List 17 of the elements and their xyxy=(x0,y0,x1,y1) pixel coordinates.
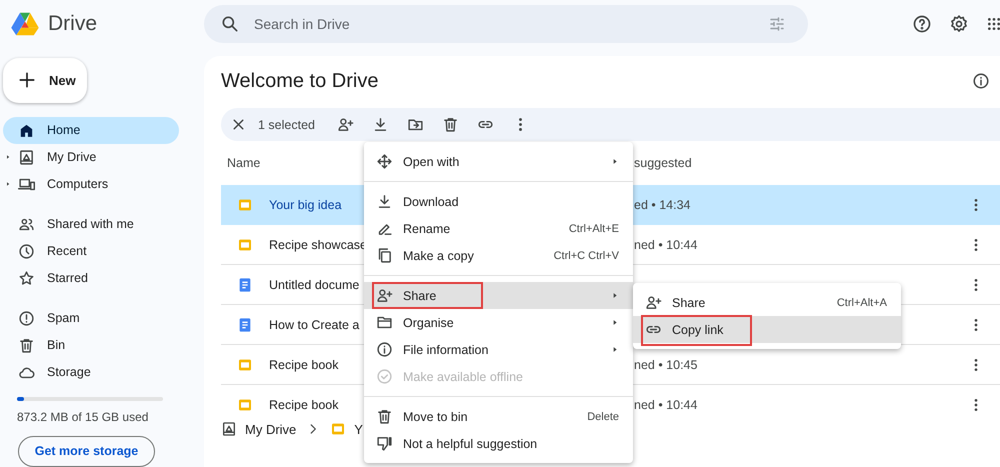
page-title: Welcome to Drive xyxy=(221,70,378,92)
file-name: Recipe book xyxy=(269,358,338,372)
file-name: Untitled docume xyxy=(269,278,360,292)
shortcut-text: Ctrl+Alt+A xyxy=(836,296,887,308)
file-name: Recipe book xyxy=(269,398,338,411)
shortcut-text: Ctrl+Alt+E xyxy=(568,222,619,234)
suggestion-reason: ned • 10:45 xyxy=(634,358,698,372)
selection-count: 1 selected xyxy=(258,118,315,132)
suggestion-reason: ned • 10:44 xyxy=(634,238,698,252)
app-title: Drive xyxy=(48,12,98,36)
file-name: How to Create a xyxy=(269,318,360,332)
shortcut-text: Ctrl+C Ctrl+V xyxy=(554,250,619,262)
suggestion-reason: ed • 14:34 xyxy=(634,198,691,212)
shortcut-text: Delete xyxy=(587,410,619,422)
file-name: Your big idea xyxy=(269,198,342,212)
storage-usage: 873.2 MB of 15 GB used xyxy=(17,410,150,424)
suggestion-reason: ned • 10:44 xyxy=(634,398,698,411)
